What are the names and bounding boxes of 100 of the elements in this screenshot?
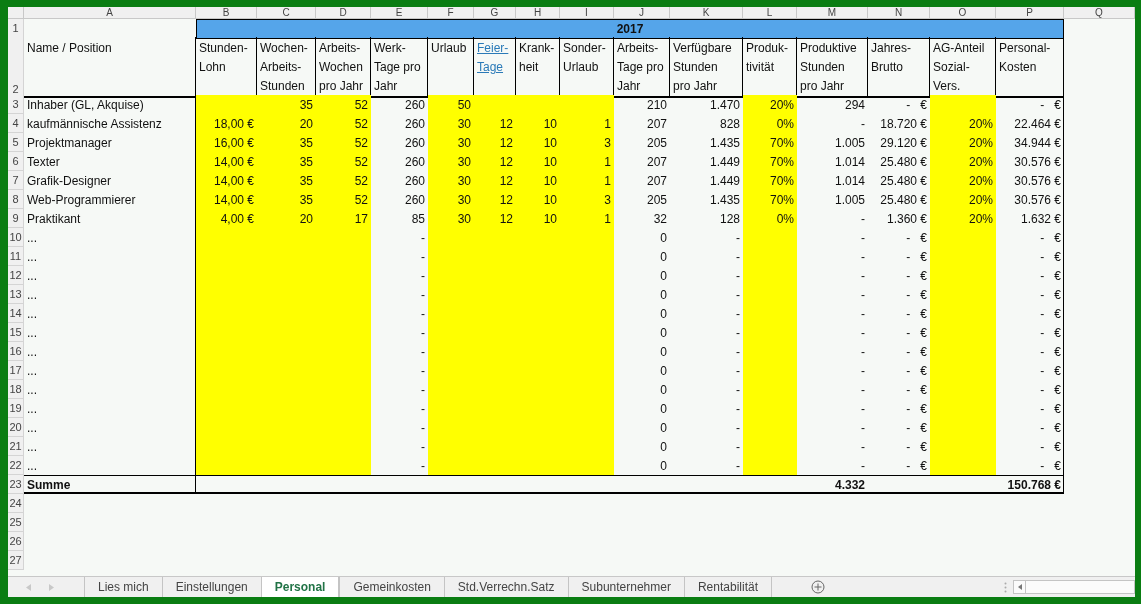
column-header[interactable]: I <box>560 7 614 19</box>
horizontal-scrollbar[interactable] <box>1013 580 1135 594</box>
table-cell-text: 52 <box>353 134 369 152</box>
table-cell-text: 0 <box>659 248 668 266</box>
column-header[interactable]: B <box>196 7 257 19</box>
table-cell-text: 0 <box>659 438 668 456</box>
row-header[interactable]: 27 <box>8 551 24 570</box>
row-header[interactable]: 6 <box>8 152 24 171</box>
table-cell-text: - <box>860 343 866 361</box>
column-title: Arbeits- Tage pro Jahr <box>614 37 670 98</box>
table-cell-text: - <box>735 267 741 285</box>
table-cell-text: 0% <box>775 115 795 133</box>
table-cell-text: 0 <box>659 229 668 247</box>
scroll-right-icon[interactable] <box>49 583 54 591</box>
row-header[interactable]: 11 <box>8 247 24 266</box>
table-cell-text: 1.632 € <box>1019 210 1062 228</box>
row-header[interactable]: 4 <box>8 114 24 133</box>
table-cell-text: - € <box>905 362 928 380</box>
table-cell-text: 0% <box>775 210 795 228</box>
table-cell-text: 4,00 € <box>219 210 255 228</box>
table-cell-text: - <box>735 286 741 304</box>
row-header[interactable]: 14 <box>8 304 24 323</box>
table-cell-text: - € <box>1039 343 1062 361</box>
sheet-tab[interactable]: Rentabilität <box>683 577 771 597</box>
column-header[interactable]: E <box>371 7 428 19</box>
row-header[interactable]: 16 <box>8 342 24 361</box>
sheet-tab[interactable]: Lies mich <box>84 577 162 597</box>
sheet-tab[interactable]: Einstellungen <box>161 577 261 597</box>
table-cell-text: - € <box>905 324 928 342</box>
table-cell-text: - € <box>1039 438 1062 456</box>
table-cell-text: 30 <box>456 210 472 228</box>
row-label: Web-Programmierer <box>26 191 137 209</box>
column-header[interactable]: F <box>428 7 474 19</box>
table-cell-text: - <box>860 324 866 342</box>
column-header[interactable]: N <box>868 7 930 19</box>
row-header[interactable]: 13 <box>8 285 24 304</box>
row-header[interactable]: 17 <box>8 361 24 380</box>
table-cell-text: - <box>735 248 741 266</box>
scroll-left-icon[interactable] <box>1017 584 1022 590</box>
column-header[interactable]: G <box>474 7 516 19</box>
sheet-tab[interactable]: Std.Verrechn.Satz <box>443 577 568 597</box>
row-header[interactable]: 24 <box>8 494 24 513</box>
row-header[interactable]: 10 <box>8 228 24 247</box>
row-header[interactable]: 19 <box>8 399 24 418</box>
table-cell-text: 20% <box>967 134 994 152</box>
select-all-corner[interactable] <box>8 7 24 19</box>
row-header[interactable]: 9 <box>8 209 24 228</box>
table-cell-text: - € <box>1039 362 1062 380</box>
row-header[interactable]: 3 <box>8 95 24 114</box>
table-cell-text: - <box>420 324 426 342</box>
table-cell-text: 20% <box>967 153 994 171</box>
table-cell-text: 20% <box>967 115 994 133</box>
row-header[interactable]: 2 <box>8 37 24 98</box>
sheet-tab[interactable]: Personal <box>260 577 340 597</box>
column-header[interactable]: D <box>316 7 371 19</box>
table-cell-text: - € <box>1039 229 1062 247</box>
column-header[interactable]: C <box>257 7 316 19</box>
table-cell-text: - <box>735 381 741 399</box>
row-header[interactable]: 18 <box>8 380 24 399</box>
column-header[interactable]: M <box>797 7 868 19</box>
column-header[interactable]: K <box>670 7 743 19</box>
table-cell-text: 10 <box>542 172 558 190</box>
row-header[interactable]: 7 <box>8 171 24 190</box>
table-cell-text: - <box>420 381 426 399</box>
column-header[interactable]: H <box>516 7 560 19</box>
row-header[interactable]: 23 <box>8 475 24 494</box>
column-header[interactable]: A <box>24 7 196 19</box>
table-cell-text: 25.480 € <box>879 153 928 171</box>
table-cell-text: 18,00 € <box>212 115 255 133</box>
table-cell-text: 207 <box>645 172 668 190</box>
row-label: Inhaber (GL, Akquise) <box>26 96 145 114</box>
table-cell-text: 1.435 <box>708 134 741 152</box>
table-cell-text: 70% <box>768 191 795 209</box>
row-header[interactable]: 8 <box>8 190 24 209</box>
row-header[interactable]: 1 <box>8 19 24 39</box>
sheet-tab[interactable]: Subunternehmer <box>567 577 684 597</box>
table-cell-text: 260 <box>403 134 426 152</box>
column-header[interactable]: L <box>743 7 797 19</box>
table-cell-text: 12 <box>498 191 514 209</box>
column-header[interactable]: P <box>996 7 1064 19</box>
row-header[interactable]: 5 <box>8 133 24 152</box>
column-header[interactable]: J <box>614 7 670 19</box>
row-header[interactable]: 15 <box>8 323 24 342</box>
table-cell-text: 14,00 € <box>212 191 255 209</box>
sheet-tab[interactable]: Gemeinkosten <box>339 577 444 597</box>
row-header[interactable]: 21 <box>8 437 24 456</box>
table-cell-text: 1 <box>603 210 612 228</box>
row-header[interactable]: 26 <box>8 532 24 551</box>
row-header[interactable]: 22 <box>8 456 24 475</box>
table-cell-text: - € <box>1039 248 1062 266</box>
add-sheet-icon[interactable] <box>811 580 825 594</box>
table-cell-text: 1 <box>603 172 612 190</box>
table-cell-text: - <box>420 438 426 456</box>
column-header[interactable]: Q <box>1064 7 1135 19</box>
row-header[interactable]: 20 <box>8 418 24 437</box>
row-header[interactable]: 25 <box>8 513 24 532</box>
row-header[interactable]: 12 <box>8 266 24 285</box>
row-label: ... <box>26 267 38 285</box>
column-header[interactable]: O <box>930 7 996 19</box>
table-cell-text: - <box>420 457 426 475</box>
